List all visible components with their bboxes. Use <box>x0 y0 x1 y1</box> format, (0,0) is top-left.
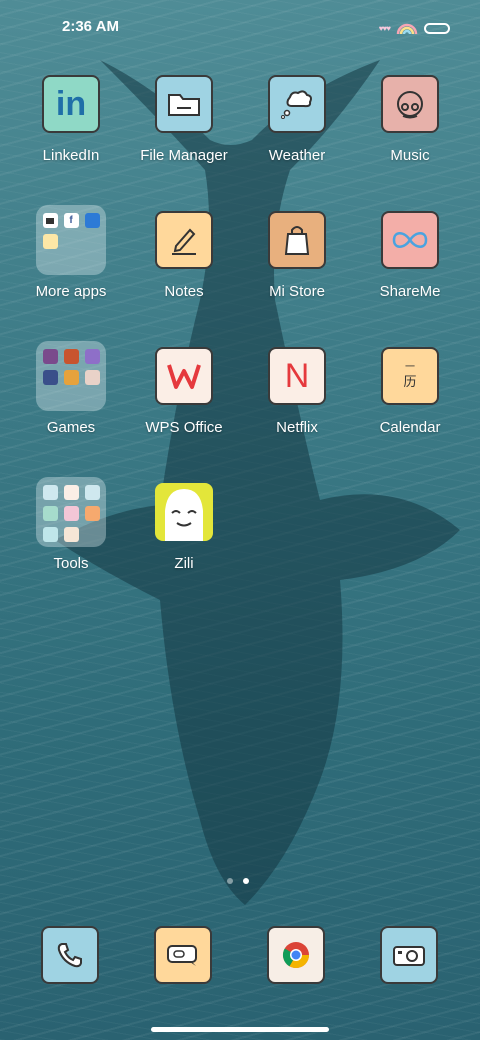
status-bar: 2:36 AM ♥♥♥ <box>0 0 480 56</box>
page-indicator <box>227 878 249 884</box>
folder-more-apps[interactable]: f More apps <box>15 205 127 300</box>
page-dot[interactable] <box>227 878 233 884</box>
game-icon <box>63 370 79 385</box>
tool-icon <box>84 506 100 521</box>
tool-icon <box>63 527 79 542</box>
battery-icon <box>424 22 450 34</box>
game-icon <box>63 349 79 364</box>
app-linkedin[interactable]: in LinkedIn <box>15 75 127 164</box>
app-label: Tools <box>53 555 89 572</box>
weather-icon <box>268 75 326 133</box>
messages-icon <box>167 945 197 966</box>
calendar-glyph: 历 <box>403 374 417 389</box>
hearts-icon: ♥♥♥ <box>378 23 391 33</box>
infinity-icon <box>381 211 439 269</box>
prime-icon <box>84 213 100 228</box>
app-label: Zili <box>174 555 194 572</box>
app-mini-icon <box>42 213 58 228</box>
netflix-glyph: N <box>284 356 310 395</box>
calendar-day: 一 <box>405 362 415 373</box>
game-icon <box>42 370 58 385</box>
clock: 2:36 AM <box>62 18 119 35</box>
chrome-icon <box>282 942 310 969</box>
tool-icon <box>63 506 79 521</box>
headphones-icon <box>381 75 439 133</box>
game-icon <box>42 349 58 364</box>
wps-icon <box>155 347 213 405</box>
shopping-bag-icon <box>268 211 326 269</box>
app-file-manager[interactable]: File Manager <box>128 75 240 164</box>
app-shareme[interactable]: ShareMe <box>354 211 466 300</box>
tool-icon <box>42 485 58 500</box>
app-label: ShareMe <box>379 283 441 300</box>
app-wps-office[interactable]: WPS Office <box>128 347 240 436</box>
pen-icon <box>155 211 213 269</box>
app-label: Notes <box>164 283 204 300</box>
tool-icon <box>84 485 100 500</box>
netflix-icon: N <box>268 347 326 405</box>
folder-icon <box>36 341 106 411</box>
app-label: Mi Store <box>269 283 325 300</box>
app-zili[interactable]: Zili <box>128 483 240 572</box>
phone-icon <box>57 943 82 968</box>
app-music[interactable]: Music <box>354 75 466 164</box>
app-mini-icon <box>42 234 58 249</box>
app-mi-store[interactable]: Mi Store <box>241 211 353 300</box>
app-label: Music <box>390 147 430 164</box>
calendar-icon: 一 历 <box>381 347 439 405</box>
tool-icon <box>42 527 58 542</box>
app-label: Weather <box>268 147 326 164</box>
linkedin-glyph: in <box>55 84 87 123</box>
home-indicator[interactable] <box>151 1027 329 1032</box>
folder-icon: f <box>36 205 106 275</box>
app-label: File Manager <box>140 147 228 164</box>
zili-icon <box>155 483 213 541</box>
tool-icon <box>42 506 58 521</box>
app-notes[interactable]: Notes <box>128 211 240 300</box>
status-icons: ♥♥♥ <box>379 18 450 38</box>
dock-chrome[interactable] <box>267 926 325 984</box>
rainbow-icon <box>396 23 418 35</box>
folder-games[interactable]: Games <box>15 341 127 436</box>
app-weather[interactable]: Weather <box>241 75 353 164</box>
folder-icon <box>36 477 106 547</box>
page-dot-active[interactable] <box>243 878 249 884</box>
dock-camera[interactable] <box>380 926 438 984</box>
folder-tools[interactable]: Tools <box>15 477 127 572</box>
camera-icon <box>393 946 425 966</box>
app-calendar[interactable]: 一 历 Calendar <box>354 347 466 436</box>
app-label: LinkedIn <box>42 147 100 164</box>
app-label: Games <box>46 419 96 436</box>
folder-icon <box>155 75 213 133</box>
app-label: Netflix <box>276 419 318 436</box>
app-netflix[interactable]: N Netflix <box>241 347 353 436</box>
tool-icon <box>63 485 79 500</box>
facebook-icon: f <box>63 213 79 228</box>
linkedin-icon: in <box>42 75 100 133</box>
app-label: Calendar <box>379 419 441 436</box>
dock-messages[interactable] <box>154 926 212 984</box>
game-icon <box>84 370 100 385</box>
app-label: WPS Office <box>145 419 223 436</box>
game-icon <box>84 349 100 364</box>
dock-phone[interactable] <box>41 926 99 984</box>
app-label: More apps <box>35 283 107 300</box>
